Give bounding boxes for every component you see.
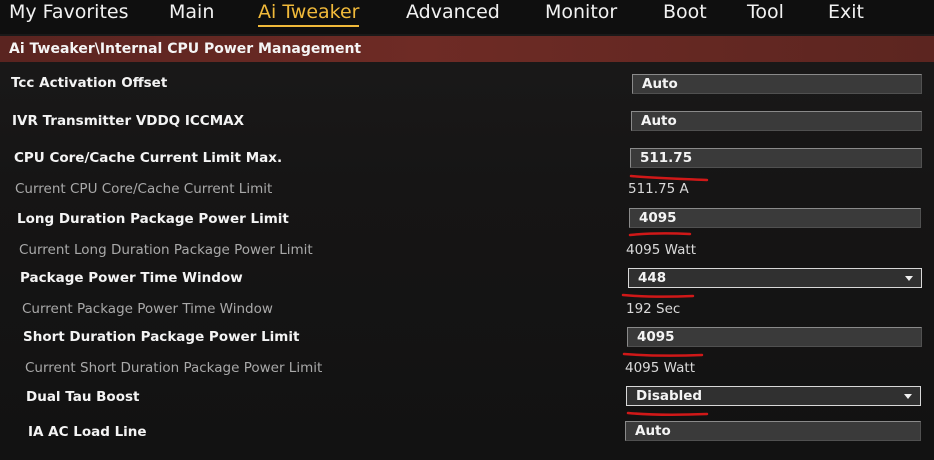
breadcrumb-bar: Ai Tweaker\Internal CPU Power Management — [0, 36, 934, 62]
dual-tau-boost-label: Dual Tau Boost — [26, 389, 140, 405]
short-duration-power-limit-label: Short Duration Package Power Limit — [23, 329, 300, 345]
ivr-transmitter-field[interactable]: Auto — [631, 111, 922, 131]
dual-tau-boost-dropdown[interactable]: Disabled — [626, 386, 921, 406]
long-duration-power-limit-label: Long Duration Package Power Limit — [17, 211, 289, 227]
short-duration-power-limit-field[interactable]: 4095 — [627, 327, 922, 347]
tab-monitor[interactable]: Monitor — [545, 0, 617, 24]
current-package-power-time-window-label: Current Package Power Time Window — [22, 301, 273, 317]
chevron-down-icon — [905, 276, 913, 281]
breadcrumb: Ai Tweaker\Internal CPU Power Management — [9, 41, 362, 57]
active-tab-underline — [258, 25, 360, 27]
long-duration-power-limit-field[interactable]: 4095 — [629, 208, 921, 228]
top-menu-bar: My Favorites Main Ai Tweaker Advanced Mo… — [0, 0, 934, 34]
ia-ac-load-line-label: IA AC Load Line — [28, 424, 147, 440]
ia-ac-load-line-field[interactable]: Auto — [625, 421, 921, 441]
package-power-time-window-value: 448 — [638, 270, 667, 286]
tab-main[interactable]: Main — [169, 0, 214, 24]
cpu-core-cache-limit-value: 511.75 — [640, 150, 693, 166]
current-long-duration-power-limit-label: Current Long Duration Package Power Limi… — [19, 242, 313, 258]
tab-boot[interactable]: Boot — [663, 0, 707, 24]
annotation-underline — [626, 411, 709, 416]
tcc-activation-offset-field[interactable]: Auto — [632, 74, 922, 94]
current-package-power-time-window-value: 192 Sec — [626, 301, 681, 317]
short-duration-power-limit-value: 4095 — [637, 329, 675, 345]
package-power-time-window-label: Package Power Time Window — [20, 270, 243, 286]
cpu-core-cache-limit-label: CPU Core/Cache Current Limit Max. — [14, 150, 283, 166]
tab-exit[interactable]: Exit — [828, 0, 864, 24]
current-cpu-core-cache-limit-label: Current CPU Core/Cache Current Limit — [15, 181, 273, 197]
annotation-underline — [628, 232, 692, 237]
current-short-duration-power-limit-label: Current Short Duration Package Power Lim… — [25, 360, 323, 376]
annotation-underline — [621, 293, 695, 298]
current-short-duration-power-limit-value: 4095 Watt — [625, 360, 695, 376]
tab-ai-tweaker[interactable]: Ai Tweaker — [258, 0, 360, 27]
tab-advanced[interactable]: Advanced — [406, 0, 500, 24]
tab-my-favorites[interactable]: My Favorites — [9, 0, 129, 24]
annotation-underline — [622, 352, 704, 357]
current-cpu-core-cache-limit-value: 511.75 A — [628, 181, 689, 197]
tcc-activation-offset-value: Auto — [642, 76, 678, 92]
tab-tool[interactable]: Tool — [747, 0, 784, 24]
bios-screen: My Favorites Main Ai Tweaker Advanced Mo… — [0, 0, 934, 460]
long-duration-power-limit-value: 4095 — [639, 210, 677, 226]
current-long-duration-power-limit-value: 4095 Watt — [626, 242, 696, 258]
chevron-down-icon — [904, 394, 912, 399]
cpu-core-cache-limit-field[interactable]: 511.75 — [630, 148, 922, 168]
package-power-time-window-dropdown[interactable]: 448 — [628, 268, 922, 288]
ivr-transmitter-value: Auto — [641, 113, 677, 129]
tcc-activation-offset-label: Tcc Activation Offset — [11, 75, 168, 91]
ivr-transmitter-label: IVR Transmitter VDDQ ICCMAX — [12, 113, 244, 129]
dual-tau-boost-value: Disabled — [636, 388, 703, 404]
ia-ac-load-line-value: Auto — [635, 423, 671, 439]
tab-ai-tweaker-label: Ai Tweaker — [258, 1, 360, 23]
